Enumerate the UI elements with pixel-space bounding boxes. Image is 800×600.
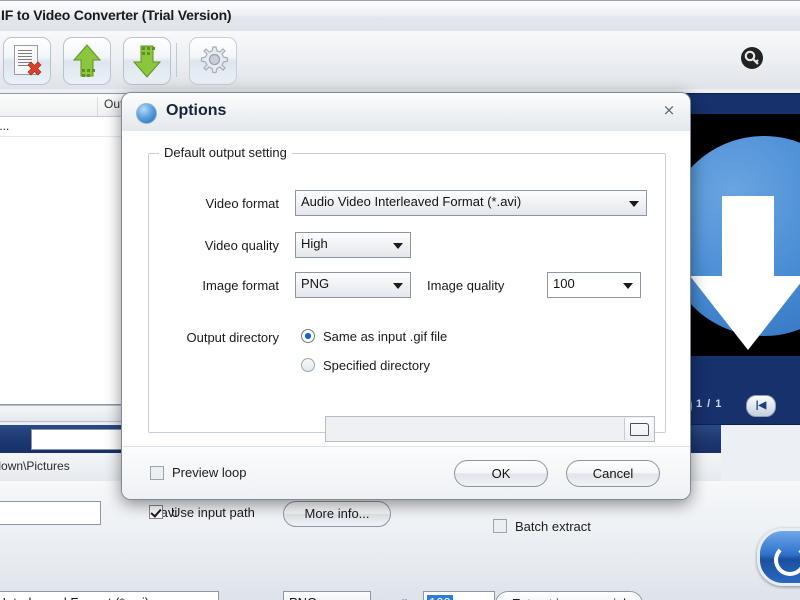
dialog-image-format-select[interactable]: PNG [295, 272, 411, 298]
dialog-body: Default output setting Video format Audi… [122, 131, 690, 499]
video-quality-select[interactable]: High [295, 232, 411, 258]
cancel-button[interactable]: Cancel [566, 460, 660, 487]
cell-file-name: OWN... [0, 119, 10, 133]
preview-navigation: ◀ 1 / 1 |◀ [662, 390, 800, 420]
output-video-format-value: o Video Interleaved Format (*.avi) [0, 595, 149, 600]
default-output-setting-group: Default output setting Video format Audi… [148, 145, 666, 442]
arrow-shaft [722, 196, 774, 280]
dialog-footer: Preview loop OK Cancel [122, 446, 690, 499]
more-info-button[interactable]: More info... [283, 501, 391, 527]
key-icon [744, 50, 759, 65]
preview-panel: ◀ 1 / 1 |◀ [662, 93, 800, 425]
application-screenshot: IF to Video Converter (Trial Version) ..… [0, 0, 800, 600]
quality-value: 100 [427, 595, 453, 600]
preview-loop-checkbox[interactable] [150, 466, 164, 480]
video-quality-value: High [301, 236, 328, 251]
main-toolbar [0, 31, 800, 91]
move-up-button[interactable] [63, 37, 111, 85]
output-filename-input[interactable]: VN-2 [0, 501, 101, 525]
specified-directory-input[interactable] [325, 416, 655, 442]
video-quality-label: Video quality [204, 238, 279, 253]
video-format-select[interactable]: Audio Video Interleaved Format (*.avi) [295, 190, 647, 216]
preview-loop-label: Preview loop [172, 465, 247, 480]
image-format-label: Image format [202, 278, 279, 293]
chevron-down-icon [393, 243, 403, 249]
close-icon[interactable]: × [660, 102, 678, 120]
output-video-format-select[interactable]: o Video Interleaved Format (*.avi) [0, 591, 219, 600]
remove-file-button[interactable] [3, 37, 51, 85]
convert-button[interactable]: S [757, 528, 800, 586]
video-format-label: Video format [205, 196, 279, 211]
bottom-row-filename: VN-2 .avi Use input path More info... Ba… [0, 501, 800, 534]
dialog-title-bar: Options × [122, 93, 690, 132]
use-input-path-checkbox[interactable] [149, 505, 163, 519]
image-format-value: PNG [289, 595, 317, 600]
green-up-arrow-icon [72, 44, 102, 77]
image-quality-select[interactable]: 100 [547, 272, 641, 298]
toolbar-separator [176, 43, 177, 77]
green-down-arrow-icon [132, 45, 162, 78]
image-quality-value: 100 [553, 276, 575, 291]
image-format-select[interactable]: PNG [283, 591, 371, 600]
image-quality-label: Image quality [427, 278, 505, 293]
download-arrow-graphic [676, 136, 800, 350]
dialog-image-format-value: PNG [301, 276, 330, 291]
register-key-button[interactable] [741, 47, 763, 69]
settings-button[interactable] [189, 37, 237, 85]
preview-image [676, 114, 800, 356]
options-dialog: Options × Default output setting Video f… [121, 92, 691, 500]
gear-icon [200, 46, 229, 74]
dialog-orb-icon [136, 103, 157, 124]
chevron-down-icon [393, 283, 403, 289]
video-format-value: Audio Video Interleaved Format (*.avi) [301, 194, 522, 209]
chevron-down-icon [623, 283, 633, 289]
title-bar: IF to Video Converter (Trial Version) [0, 1, 800, 32]
extract-image-serial-button[interactable]: Extract image serial [495, 591, 643, 600]
output-path-text: Uptodown\Pictures [0, 459, 70, 473]
radio-specified-directory-label: Specified directory [323, 358, 430, 373]
batch-extract-label: Batch extract [515, 519, 591, 534]
output-directory-label: Output directory [186, 330, 280, 345]
first-frame-button[interactable]: |◀ [746, 395, 776, 417]
use-input-path-label: Use input path [171, 505, 255, 520]
frame-counter: 1 / 1 [696, 398, 723, 410]
red-x-icon [27, 61, 42, 76]
browse-directory-button[interactable] [624, 418, 653, 440]
quality-select[interactable]: 100 [423, 591, 495, 600]
radio-same-as-input-label: Same as input .gif file [323, 329, 448, 344]
folder-open-icon [630, 423, 649, 436]
group-legend: Default output setting [159, 145, 292, 160]
ok-button[interactable]: OK [454, 460, 548, 487]
move-down-button[interactable] [123, 37, 171, 85]
window-title: IF to Video Converter (Trial Version) [1, 7, 232, 23]
dialog-title: Options [166, 102, 227, 119]
column-header-name[interactable]: ne [0, 97, 98, 116]
radio-same-as-input[interactable] [301, 329, 315, 343]
arrow-head [690, 276, 800, 350]
batch-extract-checkbox[interactable] [493, 519, 507, 533]
radio-specified-directory[interactable] [301, 358, 315, 372]
refresh-icon [774, 544, 800, 576]
chevron-down-icon [629, 201, 639, 207]
bottom-row-format: o Video Interleaved Format (*.avi) Image… [0, 535, 800, 600]
